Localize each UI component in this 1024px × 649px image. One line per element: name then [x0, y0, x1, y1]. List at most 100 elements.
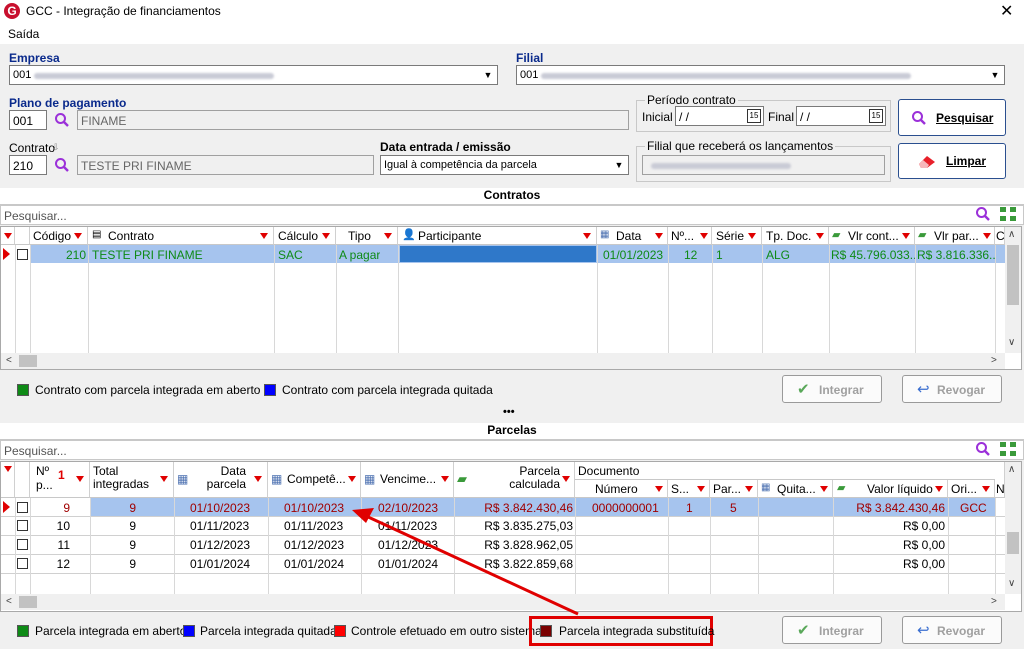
horizontal-scrollbar[interactable]: < >: [1, 353, 1005, 369]
row-checkbox[interactable]: [17, 520, 28, 531]
empresa-select[interactable]: 001 ▼: [9, 65, 498, 85]
close-icon[interactable]: ✕: [1000, 1, 1013, 21]
scroll-down-icon[interactable]: ∨: [1008, 337, 1015, 348]
header-par[interactable]: Par...: [710, 480, 758, 498]
header-calculo[interactable]: Cálculo: [274, 227, 336, 245]
filter-icon[interactable]: [745, 486, 753, 492]
header-contrato[interactable]: ▤ Contrato: [88, 227, 274, 245]
filter-icon[interactable]: [322, 233, 330, 239]
row-checkbox[interactable]: [17, 249, 28, 260]
header-participante[interactable]: 👤 Participante: [398, 227, 597, 245]
filter-icon[interactable]: [260, 233, 268, 239]
chevron-down-icon[interactable]: ▼: [988, 68, 1002, 82]
header-codigo[interactable]: Código: [30, 227, 88, 245]
header-num[interactable]: Nº...: [668, 227, 712, 245]
filter-icon[interactable]: [748, 233, 756, 239]
filter-icon[interactable]: [816, 233, 824, 239]
search-icon[interactable]: [975, 206, 991, 222]
header-competencia[interactable]: ▦ Competê...: [268, 462, 361, 498]
chevron-down-icon[interactable]: ▼: [612, 158, 626, 172]
menu-item-saida[interactable]: Saída: [8, 27, 39, 41]
plano-code-input[interactable]: 001: [9, 110, 47, 130]
header-data-parcela[interactable]: ▦ Data parcela: [174, 462, 268, 498]
header-numero[interactable]: Número: [575, 480, 668, 498]
header-s[interactable]: S...: [668, 480, 710, 498]
data-entrada-select[interactable]: Igual à competência da parcela ▼: [380, 155, 629, 175]
scroll-thumb[interactable]: [1007, 532, 1019, 554]
header-tipo[interactable]: Tipo: [336, 227, 398, 245]
row-checkbox[interactable]: [17, 558, 28, 569]
vertical-scrollbar[interactable]: ∧ ∨: [1005, 227, 1021, 353]
splitter-grip[interactable]: •••: [503, 406, 515, 418]
scroll-up-icon[interactable]: ∧: [1008, 464, 1015, 475]
header-c[interactable]: C: [995, 227, 1005, 245]
header-n[interactable]: N: [995, 462, 1005, 498]
filter-icon[interactable]: [76, 476, 84, 482]
periodo-inicial-input[interactable]: / / 15: [675, 106, 764, 126]
scroll-left-icon[interactable]: <: [6, 355, 12, 366]
header-serie[interactable]: Série: [712, 227, 762, 245]
expand-icon[interactable]: [999, 206, 1017, 222]
filter-icon[interactable]: [655, 486, 663, 492]
header-vlr-cont[interactable]: ▰ Vlr cont...: [829, 227, 915, 245]
header-calculada[interactable]: ▰ Parcela calculada: [454, 462, 575, 498]
header-vlr-par[interactable]: ▰ Vlr par...: [915, 227, 995, 245]
header-data[interactable]: ▦ Data: [597, 227, 668, 245]
header-tpdoc[interactable]: Tp. Doc.: [762, 227, 829, 245]
scroll-left-icon[interactable]: <: [6, 596, 12, 607]
limpar-button[interactable]: Limpar: [898, 143, 1006, 179]
header-quitacao[interactable]: ▦ Quita...: [758, 480, 833, 498]
revogar-button-contratos[interactable]: ↩ Revogar: [902, 375, 1002, 403]
filter-icon[interactable]: [902, 233, 910, 239]
filter-icon[interactable]: [384, 233, 392, 239]
search-icon[interactable]: [975, 441, 991, 457]
calendar-icon[interactable]: 15: [747, 109, 761, 123]
horizontal-scrollbar[interactable]: < >: [1, 594, 1005, 610]
header-vencimento[interactable]: ▦ Vencime...: [361, 462, 454, 498]
filial-select[interactable]: 001 ▼: [516, 65, 1005, 85]
filter-icon[interactable]: [74, 233, 82, 239]
revogar-button-parcelas[interactable]: ↩ Revogar: [902, 616, 1002, 644]
filter-icon[interactable]: [700, 233, 708, 239]
calendar-icon[interactable]: 15: [869, 109, 883, 123]
periodo-final-input[interactable]: / / 15: [796, 106, 886, 126]
filter-icon[interactable]: [348, 476, 356, 482]
filter-icon[interactable]: [820, 486, 828, 492]
scroll-down-icon[interactable]: ∨: [1008, 578, 1015, 589]
scroll-thumb[interactable]: [19, 355, 37, 367]
search-icon[interactable]: [54, 112, 70, 128]
filter-icon[interactable]: [982, 486, 990, 492]
filter-icon[interactable]: [441, 476, 449, 482]
contrato-code-input[interactable]: 210: [9, 155, 47, 175]
filter-icon[interactable]: [655, 233, 663, 239]
header-total[interactable]: Total integradas: [90, 462, 174, 498]
search-icon[interactable]: [54, 157, 70, 173]
filter-icon[interactable]: [254, 476, 262, 482]
contratos-search-input[interactable]: Pesquisar...: [0, 205, 1024, 225]
filter-icon[interactable]: [697, 486, 705, 492]
scroll-right-icon[interactable]: >: [991, 355, 997, 366]
sort-icon[interactable]: 1: [58, 468, 65, 482]
filter-icon[interactable]: [4, 233, 12, 239]
chevron-down-icon[interactable]: ▼: [481, 68, 495, 82]
header-origem[interactable]: Ori...: [948, 480, 995, 498]
vertical-scrollbar[interactable]: ∧ ∨: [1005, 462, 1021, 594]
row-checkbox[interactable]: [17, 539, 28, 550]
scroll-thumb[interactable]: [1007, 245, 1019, 305]
filter-icon[interactable]: [983, 233, 991, 239]
row-checkbox[interactable]: [17, 502, 28, 513]
scroll-up-icon[interactable]: ∧: [1008, 229, 1015, 240]
header-liquido[interactable]: ▰ Valor líquido: [833, 480, 948, 498]
filter-icon[interactable]: [4, 466, 12, 472]
pesquisar-button[interactable]: Pesquisar: [898, 99, 1006, 136]
parcelas-search-input[interactable]: Pesquisar...: [0, 440, 1024, 460]
integrar-button-contratos[interactable]: ✔ Integrar: [782, 375, 882, 403]
expand-icon[interactable]: [999, 441, 1017, 457]
filter-icon[interactable]: [562, 476, 570, 482]
scroll-right-icon[interactable]: >: [991, 596, 997, 607]
filter-icon[interactable]: [935, 486, 943, 492]
filter-icon[interactable]: [160, 476, 168, 482]
header-num-parcela[interactable]: Nº p... 1: [30, 462, 90, 498]
integrar-button-parcelas[interactable]: ✔ Integrar: [782, 616, 882, 644]
scroll-thumb[interactable]: [19, 596, 37, 608]
